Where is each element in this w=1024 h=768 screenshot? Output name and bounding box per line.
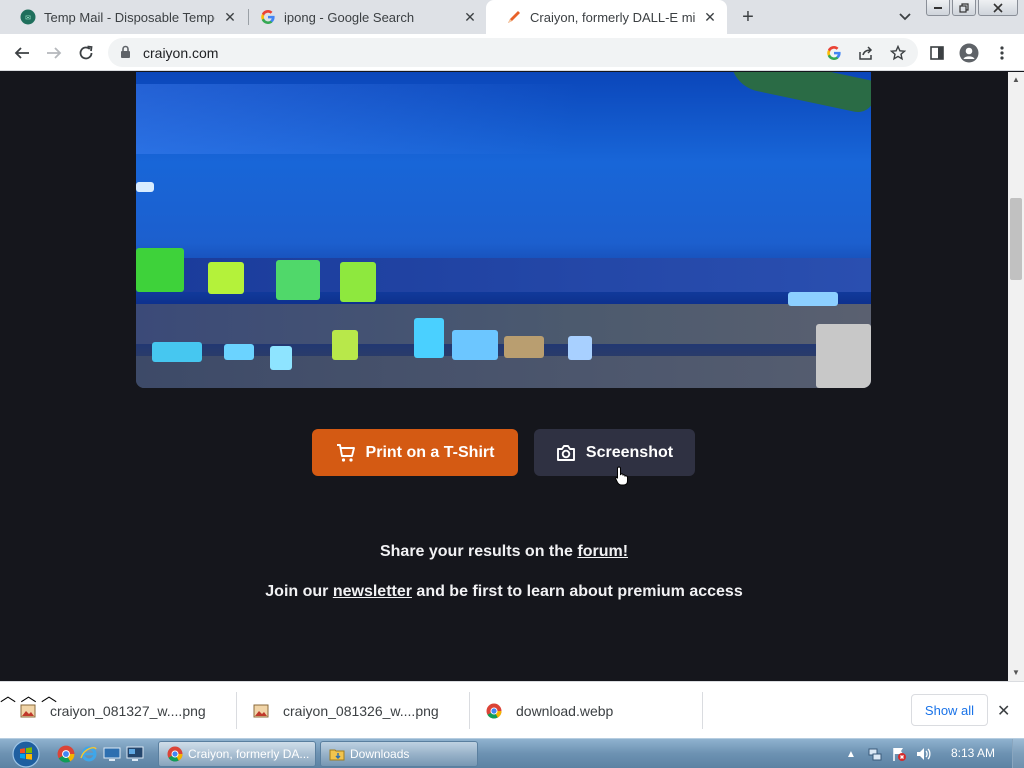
address-bar[interactable]: craiyon.com <box>108 38 918 67</box>
chrome-icon[interactable] <box>57 745 75 763</box>
back-arrow-icon[interactable] <box>11 42 33 64</box>
volume-speaker-icon[interactable] <box>915 746 931 762</box>
tab-title: ipong - Google Search <box>284 9 415 25</box>
folder-icon <box>329 746 345 762</box>
download-options-chevron-icon[interactable]: ︿ <box>0 688 16 705</box>
download-filename: craiyon_081326_w....png <box>283 702 439 719</box>
print-tshirt-label: Print on a T-Shirt <box>365 443 495 461</box>
screenshot-label: Screenshot <box>585 443 674 461</box>
close-window-button[interactable] <box>978 0 1018 16</box>
tab-title: Craiyon, formerly DALL-E mini <box>530 9 695 25</box>
bookmark-star-icon[interactable] <box>887 42 909 64</box>
tab-close-icon[interactable]: ✕ <box>461 8 479 26</box>
scroll-thumb[interactable] <box>1010 198 1022 280</box>
desktop-icon[interactable] <box>103 745 121 763</box>
generated-image[interactable] <box>136 72 871 388</box>
system-tray: ▲ <box>843 745 939 763</box>
taskbar-window-label: Craiyon, formerly DA... <box>188 747 310 761</box>
start-button[interactable] <box>7 740 45 768</box>
tab-close-icon[interactable]: ✕ <box>221 8 239 26</box>
google-g-icon <box>260 9 276 25</box>
taskbar-window-chrome[interactable]: Craiyon, formerly DA... <box>158 741 316 767</box>
tab-google-search[interactable]: ipong - Google Search ✕ <box>240 0 487 34</box>
browser-toolbar: craiyon.com <box>0 34 1024 71</box>
tab-search-chevron-icon[interactable] <box>896 8 914 26</box>
tab-temp-mail[interactable]: ✉ Temp Mail - Disposable Tempora ✕ <box>0 0 247 34</box>
camera-icon <box>556 444 576 462</box>
taskbar-clock[interactable]: 8:13 AM <box>951 746 995 760</box>
screen: ✉ Temp Mail - Disposable Tempora ✕ ipong… <box>0 0 1024 768</box>
windows-taskbar: Craiyon, formerly DA... Downloads ▲ 8:13… <box>0 738 1024 768</box>
window-controls <box>926 0 1020 16</box>
shopping-cart-icon <box>336 443 356 463</box>
crayon-icon <box>506 9 522 25</box>
share-text: Share your results on the forum! <box>0 543 1008 561</box>
show-hidden-icons-arrow-icon[interactable]: ▲ <box>843 746 859 762</box>
share-icon[interactable] <box>855 42 877 64</box>
monitor-icon[interactable] <box>126 745 144 763</box>
kebab-menu-icon[interactable] <box>991 42 1013 64</box>
tab-close-icon[interactable]: ✕ <box>701 8 719 26</box>
download-separator <box>469 692 470 729</box>
show-desktop-button[interactable] <box>1012 739 1024 768</box>
action-center-flag-icon[interactable] <box>891 746 907 762</box>
url-text: craiyon.com <box>143 45 219 61</box>
restore-button[interactable] <box>952 0 976 16</box>
join-prefix: Join our <box>265 583 333 600</box>
forum-link[interactable]: forum! <box>577 543 628 560</box>
close-downloads-bar-icon[interactable]: ✕ <box>997 701 1010 721</box>
network-icon[interactable] <box>867 746 883 762</box>
download-separator <box>236 692 237 729</box>
taskbar-window-label: Downloads <box>350 747 410 761</box>
temp-mail-icon: ✉ <box>20 9 36 25</box>
image-file-icon <box>20 703 36 719</box>
profile-avatar-icon[interactable] <box>958 42 980 64</box>
tab-strip: ✉ Temp Mail - Disposable Tempora ✕ ipong… <box>0 0 1024 34</box>
newsletter-text: Join our newsletter and be first to lear… <box>0 583 1008 601</box>
download-item[interactable]: download.webp <box>486 682 613 739</box>
print-tshirt-button[interactable]: Print on a T-Shirt <box>312 429 518 476</box>
share-prefix: Share your results on the <box>379 543 578 560</box>
downloads-bar: craiyon_081327_w....png ︿ craiyon_081326… <box>0 681 1024 738</box>
side-panel-icon[interactable] <box>926 42 948 64</box>
show-all-downloads-button[interactable]: Show all <box>911 694 988 726</box>
scroll-up-arrow-icon[interactable]: ▲ <box>1012 75 1020 84</box>
download-filename: download.webp <box>516 702 614 719</box>
lock-icon[interactable] <box>120 45 131 64</box>
new-tab-button[interactable]: + <box>736 5 760 29</box>
download-item[interactable]: craiyon_081326_w....png <box>253 682 439 739</box>
download-separator <box>702 692 703 729</box>
tab-craiyon[interactable]: Craiyon, formerly DALL-E mini ✕ <box>486 0 727 34</box>
scroll-down-arrow-icon[interactable]: ▼ <box>1012 668 1020 677</box>
hand-cursor-icon <box>615 466 629 491</box>
download-filename: craiyon_081327_w....png <box>50 702 206 719</box>
minimize-button[interactable] <box>926 0 950 16</box>
svg-text:✉: ✉ <box>25 15 31 22</box>
tab-title: Temp Mail - Disposable Tempora <box>44 9 215 25</box>
action-buttons: Print on a T-Shirt Screenshot <box>0 429 1008 477</box>
image-file-icon <box>253 703 269 719</box>
google-lens-icon[interactable] <box>823 42 845 64</box>
chrome-icon <box>486 703 502 719</box>
page-scrollbar[interactable]: ▲ ▼ <box>1008 72 1024 681</box>
reload-icon[interactable] <box>75 42 97 64</box>
join-suffix: and be first to learn about premium acce… <box>411 583 743 600</box>
taskbar-window-downloads[interactable]: Downloads <box>320 741 478 767</box>
download-item[interactable]: craiyon_081327_w....png <box>20 682 206 739</box>
page-content: Print on a T-Shirt Screenshot Share your… <box>0 72 1008 681</box>
chrome-icon <box>167 746 183 762</box>
forward-arrow-icon[interactable] <box>43 42 65 64</box>
internet-explorer-icon[interactable] <box>80 745 98 763</box>
newsletter-link[interactable]: newsletter <box>333 583 412 600</box>
